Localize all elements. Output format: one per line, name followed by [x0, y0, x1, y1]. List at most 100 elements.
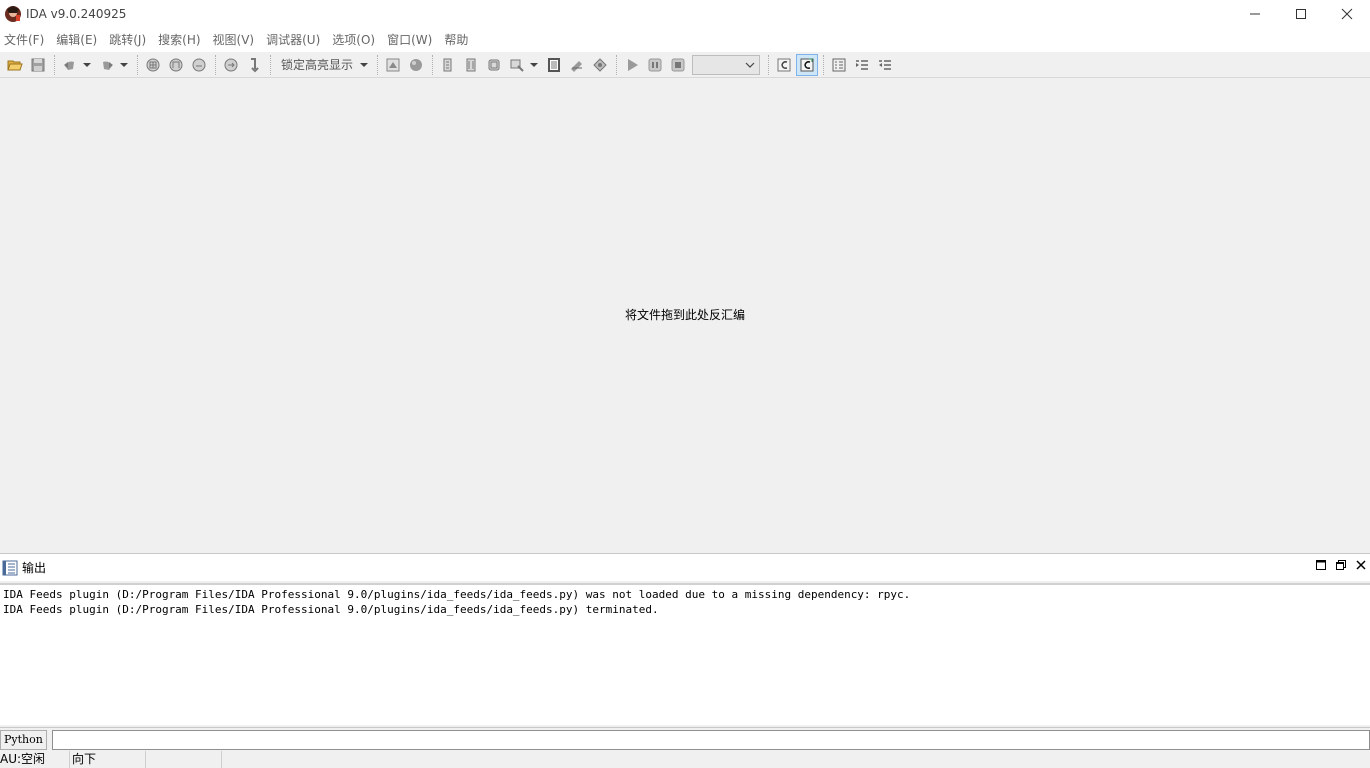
minimize-button[interactable] [1232, 0, 1278, 28]
folder-open-icon [7, 60, 23, 70]
toolbar-separator [54, 54, 55, 75]
struct-icon [488, 59, 500, 70]
close-panel-icon[interactable] [1356, 560, 1366, 570]
back-dropdown[interactable] [82, 54, 92, 76]
undefine-button[interactable] [543, 54, 565, 76]
toolbar-separator [215, 54, 216, 75]
menu-jump[interactable]: 跳转(J) [105, 28, 154, 52]
maximize-panel-icon[interactable] [1316, 560, 1326, 570]
toolbar-separator [616, 54, 618, 75]
pause-icon [648, 58, 662, 71]
menu-view[interactable]: 视图(V) [209, 28, 263, 52]
toolbar-separator [823, 54, 825, 75]
play-icon [628, 58, 639, 71]
close-icon [1341, 8, 1353, 20]
functions-list-button[interactable] [828, 54, 850, 76]
step-into-button[interactable] [243, 54, 265, 76]
caret-down-icon [360, 62, 369, 67]
back-button[interactable] [59, 54, 81, 76]
pause-debug-button[interactable] [644, 54, 666, 76]
output-window-icon [2, 560, 18, 575]
forward-dropdown[interactable] [119, 54, 129, 76]
toolbar-separator [432, 54, 434, 75]
status-search-direction: 向下 [70, 751, 146, 768]
caret-down-icon [530, 62, 539, 67]
output-panel-header: 输出 [0, 553, 1370, 581]
output-line: IDA Feeds plugin (D:/Program Files/IDA P… [3, 603, 659, 616]
jump-icon [224, 58, 238, 71]
highlight-mode-combo[interactable]: 锁定高亮显示 [275, 54, 359, 76]
array-button[interactable] [506, 54, 528, 76]
save-button[interactable] [27, 54, 49, 76]
sync-pseudocode-button[interactable] [796, 53, 819, 76]
code-button[interactable] [437, 54, 459, 76]
float-panel-icon[interactable] [1336, 560, 1346, 570]
forward-icon [103, 61, 113, 70]
function-button[interactable] [589, 54, 611, 76]
data-button[interactable] [460, 54, 482, 76]
diamond-icon [593, 57, 607, 72]
menu-windows[interactable]: 窗口(W) [383, 28, 440, 52]
pseudocode-icon [777, 58, 791, 71]
array-dropdown[interactable] [529, 54, 539, 76]
ida-logo-icon [5, 6, 21, 22]
pseudocode-sync-icon [800, 58, 814, 71]
forward-button[interactable] [96, 54, 118, 76]
graph-view-button[interactable] [382, 54, 404, 76]
toolbar-separator [137, 54, 138, 75]
menu-file[interactable]: 文件(F) [0, 28, 52, 52]
list-icon [832, 58, 846, 71]
menu-search[interactable]: 搜索(H) [154, 28, 208, 52]
highlight-mode-dropdown[interactable] [359, 54, 369, 76]
jump-address-button[interactable] [220, 54, 242, 76]
output-log[interactable]: IDA Feeds plugin (D:/Program Files/IDA P… [0, 583, 1370, 725]
maximize-icon [1296, 9, 1306, 19]
highlight-mode-label: 锁定高亮显示 [281, 58, 354, 72]
drop-hint: 将文件拖到此处反汇编 [624, 308, 745, 322]
struct-button[interactable] [483, 54, 505, 76]
close-button[interactable] [1324, 0, 1370, 28]
menu-bar: 文件(F) 编辑(E) 跳转(J) 搜索(H) 视图(V) 调试器(U) 选项(… [0, 28, 1370, 52]
pseudocode-button[interactable] [773, 54, 795, 76]
proximity-view-button[interactable] [405, 54, 427, 76]
segment-edit-icon [169, 58, 183, 71]
toolbar-separator [270, 54, 271, 75]
menu-debugger[interactable]: 调试器(U) [262, 28, 328, 52]
window-title: IDA v9.0.240925 [26, 7, 127, 21]
outdent-icon [879, 59, 892, 70]
sphere-icon [410, 58, 423, 71]
outdent-button[interactable] [874, 54, 896, 76]
toolbar: 锁定高亮显示 [0, 52, 1370, 78]
segment-add-icon [146, 58, 160, 71]
maximize-button[interactable] [1278, 0, 1324, 28]
toolbar-separator [377, 54, 379, 75]
step-icon [251, 57, 259, 72]
status-autoanalysis: AU:空闲 [0, 751, 70, 768]
minimize-icon [1250, 13, 1260, 15]
start-debug-button[interactable] [621, 54, 643, 76]
disassembly-workspace[interactable]: 将文件拖到此处反汇编 [0, 78, 1370, 552]
status-extra [146, 751, 222, 768]
segment-delete-icon [192, 58, 206, 71]
delete-segment-button[interactable] [188, 54, 210, 76]
save-icon [31, 58, 45, 71]
indent-icon [856, 59, 869, 70]
edit-segment-button[interactable] [165, 54, 187, 76]
caret-down-icon [83, 62, 91, 67]
debugger-select[interactable] [692, 54, 761, 75]
title-bar: IDA v9.0.240925 [0, 0, 1370, 28]
status-bar: AU:空闲 向下 [0, 751, 1370, 768]
menu-help[interactable]: 帮助 [440, 28, 476, 52]
command-line-bar: Python [0, 727, 1370, 751]
output-panel-title: 输出 [22, 561, 47, 575]
stop-debug-button[interactable] [667, 54, 689, 76]
open-file-button[interactable] [4, 54, 26, 76]
create-segment-button[interactable] [142, 54, 164, 76]
toolbar-separator [768, 54, 770, 75]
indent-button[interactable] [851, 54, 873, 76]
rename-button[interactable] [566, 54, 588, 76]
menu-edit[interactable]: 编辑(E) [52, 28, 105, 52]
cli-language-button[interactable]: Python [0, 729, 47, 750]
menu-options[interactable]: 选项(O) [328, 28, 383, 52]
command-input[interactable] [51, 729, 1370, 750]
